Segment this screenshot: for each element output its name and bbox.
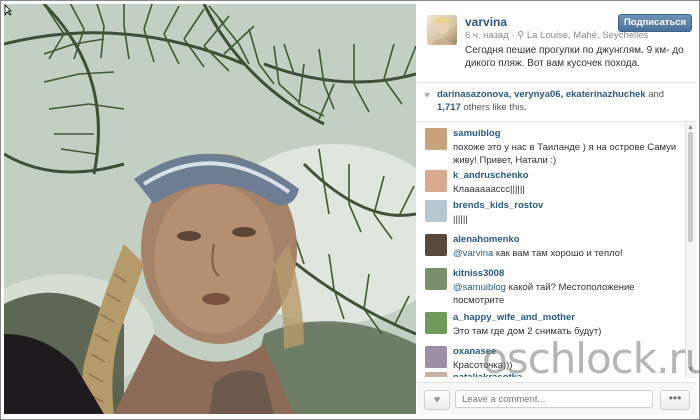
post-caption: Сегодня пешие прогулки по джунглям. 9 км… <box>465 45 684 69</box>
likes-text: darinasazonova, verynya06, ekaterinazhuc… <box>437 88 692 114</box>
post-time: 6 ч. назад <box>465 30 509 41</box>
comment-avatar[interactable] <box>425 170 447 192</box>
comment-footer: ♥ ••• <box>417 382 696 415</box>
comment-input[interactable] <box>455 390 653 408</box>
post-sidebar: varvina 6 ч. назад · ⚲ La Louise, Mahé, … <box>417 4 696 415</box>
comment-body: похоже это у нас в Таиланде ) я на остро… <box>453 142 677 166</box>
comment-body: Клааааааccc|||||| <box>453 184 525 195</box>
comment-avatar[interactable] <box>425 372 447 377</box>
likes-and: and <box>645 89 665 100</box>
comment-avatar[interactable] <box>425 346 447 368</box>
comment-mention[interactable]: @varvina <box>453 248 493 259</box>
like-button[interactable]: ♥ <box>424 390 450 410</box>
user-avatar-icon <box>431 17 453 45</box>
heart-icon: ♥ <box>433 394 441 406</box>
heart-icon: ♥ <box>424 90 430 101</box>
comment-username[interactable]: oxanasee <box>453 346 496 357</box>
pin-icon: ⚲ <box>517 30 525 41</box>
comment-text: Красоточка))) <box>453 359 678 372</box>
comment-username[interactable]: k_andruschenko <box>453 170 529 181</box>
comment-username[interactable]: samuiblog <box>453 128 501 139</box>
location-sep: · <box>511 30 515 41</box>
comment-body: Это там где дом 2 снимать будут) <box>453 326 602 337</box>
comment-username[interactable]: brends_kids_rostov <box>453 200 543 211</box>
likes-suffix: others like this. <box>460 102 527 113</box>
scroll-up-icon[interactable]: ▲ <box>687 124 694 131</box>
comment-text: @varvina как вам там хорошо и тепло! <box>453 247 678 260</box>
scroll-down-icon[interactable]: ▼ <box>687 366 694 373</box>
more-options-button[interactable]: ••• <box>660 390 690 410</box>
comments-scrollbar[interactable]: ▲ ▼ <box>685 122 696 378</box>
comment-username[interactable]: kitniss3008 <box>453 268 504 279</box>
post-username[interactable]: varvina <box>465 15 507 29</box>
follow-button[interactable]: Подписаться <box>618 14 692 32</box>
comment-username[interactable]: alenahomenko <box>453 234 520 245</box>
comment-text: Это там где дом 2 снимать будут) <box>453 325 678 338</box>
comment-body: |||||| <box>453 214 468 225</box>
comment-avatar[interactable] <box>425 312 447 334</box>
mouse-cursor-icon <box>4 4 12 16</box>
post-media-video[interactable] <box>4 4 416 414</box>
comment-text: Клааааааccc|||||| <box>453 183 678 196</box>
comments-list[interactable]: samuiblog похоже это у нас в Таиланде ) я… <box>417 122 685 377</box>
comment-mention[interactable]: @samuiblog <box>453 282 506 293</box>
comment-avatar[interactable] <box>425 200 447 222</box>
likes-summary: ♥ darinasazonova, verynya06, ekaterinazh… <box>417 83 696 122</box>
jungle-scene <box>4 4 416 414</box>
likers-names[interactable]: darinasazonova, verynya06, ekaterinazhuc… <box>437 89 646 100</box>
comment-text: |||||| <box>453 213 678 226</box>
scroll-thumb[interactable] <box>688 132 693 242</box>
comment-text: похоже это у нас в Таиланде ) я на остро… <box>453 141 678 167</box>
comment-username[interactable]: a_happy_wife_and_mother <box>453 312 575 323</box>
comment-avatar[interactable] <box>425 268 447 290</box>
comment-text: @samuiblog какой тай? Местоположение пос… <box>453 281 678 307</box>
avatar[interactable] <box>427 15 457 45</box>
likes-count[interactable]: 1,717 <box>437 102 461 113</box>
comment-avatar[interactable] <box>425 234 447 256</box>
post-header: varvina 6 ч. назад · ⚲ La Louise, Mahé, … <box>417 4 696 83</box>
comment-username[interactable]: nataliakrasotka <box>453 372 522 377</box>
comment-body: как вам там хорошо и тепло! <box>493 248 623 259</box>
comment-body: Красоточка))) <box>453 360 513 371</box>
comment-avatar[interactable] <box>425 128 447 150</box>
